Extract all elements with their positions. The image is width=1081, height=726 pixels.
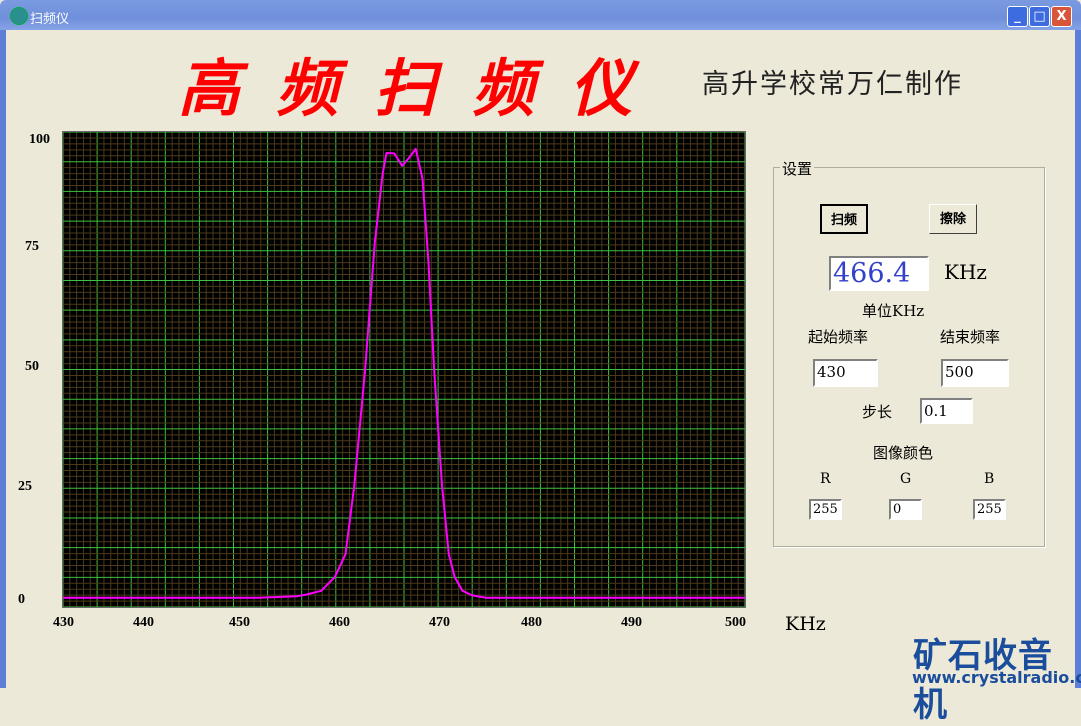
window-border-left bbox=[0, 30, 6, 688]
watermark-url: www.crystalradio.cn bbox=[912, 668, 1081, 687]
x-tick-label: 460 bbox=[329, 615, 350, 630]
x-tick-label: 480 bbox=[521, 615, 542, 630]
step-input[interactable]: 0.1 bbox=[920, 398, 973, 424]
start-frequency-label: 起始频率 bbox=[808, 328, 869, 346]
b-label: B bbox=[984, 471, 995, 487]
start-frequency-input[interactable]: 430 bbox=[813, 359, 878, 387]
end-frequency-label: 结束频率 bbox=[940, 328, 1001, 346]
maximize-button[interactable]: □ bbox=[1029, 6, 1050, 27]
sweep-button[interactable]: 扫频 bbox=[820, 204, 868, 234]
window-border-right bbox=[1075, 30, 1081, 688]
app-heading: 高频扫频仪 bbox=[178, 52, 669, 125]
settings-group-label: 设置 bbox=[780, 158, 815, 179]
window-title: 扫频仪 bbox=[30, 12, 70, 27]
x-axis-unit: KHz bbox=[785, 613, 826, 635]
r-label: R bbox=[820, 471, 831, 487]
frequency-unit-label: KHz bbox=[944, 260, 987, 284]
y-tick-label: 50 bbox=[25, 359, 39, 374]
step-label: 步长 bbox=[862, 403, 893, 421]
x-tick-label: 470 bbox=[429, 615, 450, 630]
g-label: G bbox=[900, 471, 912, 487]
g-input[interactable]: 0 bbox=[889, 499, 922, 520]
x-tick-label: 440 bbox=[133, 615, 154, 630]
plot-svg bbox=[62, 131, 746, 608]
b-input[interactable]: 255 bbox=[973, 499, 1006, 520]
y-tick-label: 75 bbox=[25, 239, 39, 254]
image-color-label: 图像颜色 bbox=[873, 444, 934, 462]
x-tick-label: 500 bbox=[725, 615, 746, 630]
x-tick-label: 450 bbox=[229, 615, 250, 630]
x-tick-label: 430 bbox=[53, 615, 74, 630]
settings-group bbox=[773, 167, 1045, 547]
author-subtitle: 高升学校常万仁制作 bbox=[702, 69, 963, 100]
close-button[interactable]: X bbox=[1051, 6, 1072, 27]
erase-button[interactable]: 擦除 bbox=[929, 204, 977, 234]
sweep-plot bbox=[62, 131, 746, 608]
r-input[interactable]: 255 bbox=[809, 499, 842, 520]
title-bar bbox=[0, 0, 1081, 30]
frequency-display: 466.4 bbox=[829, 256, 929, 291]
y-tick-label: 25 bbox=[18, 479, 32, 494]
y-tick-label: 100 bbox=[29, 132, 50, 147]
app-icon bbox=[10, 7, 28, 25]
minimize-button[interactable]: _ bbox=[1007, 6, 1028, 27]
unit-note: 单位KHz bbox=[862, 302, 925, 320]
end-frequency-input[interactable]: 500 bbox=[941, 359, 1009, 387]
x-tick-label: 490 bbox=[621, 615, 642, 630]
y-tick-label: 0 bbox=[18, 592, 25, 607]
